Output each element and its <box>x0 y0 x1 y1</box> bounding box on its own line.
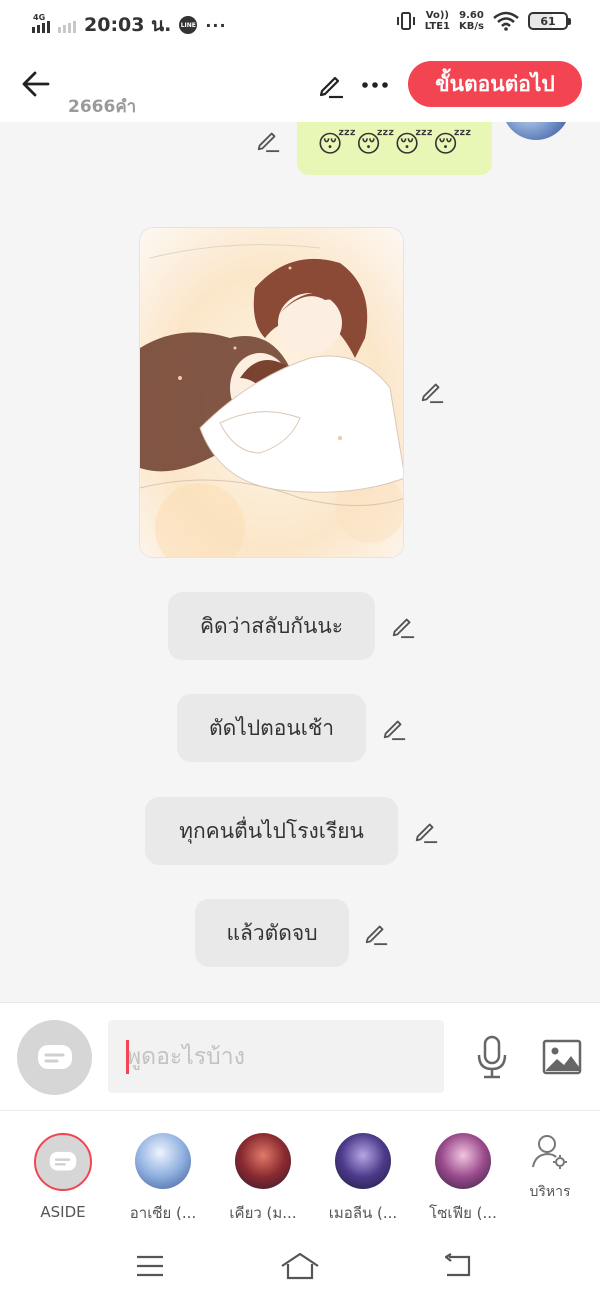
character-name: เมอลีน (... <box>328 1204 398 1222</box>
avatar <box>235 1133 291 1189</box>
character-aside[interactable]: ASIDE <box>18 1133 108 1221</box>
image-message[interactable] <box>139 227 404 558</box>
message-bubble[interactable]: คิดว่าสลับกันนะ <box>168 592 375 660</box>
pencil-icon <box>383 720 406 741</box>
signal-2-icon <box>58 17 76 33</box>
network-speed: 9.60 KB/s <box>459 10 484 32</box>
more-options-button[interactable] <box>358 68 392 102</box>
character-item[interactable]: เคียว (ม... <box>218 1133 308 1225</box>
system-nav-bar <box>0 1232 600 1300</box>
image-icon <box>542 1039 582 1075</box>
character-name: โซเฟีย (... <box>429 1204 497 1222</box>
editor-header: 2666คำ ขั้นตอนต่อไป <box>0 48 600 122</box>
avatar <box>135 1133 191 1189</box>
character-name: อาเซีย (... <box>129 1204 197 1222</box>
character-item[interactable]: เมอลีน (... <box>318 1133 408 1225</box>
next-step-button[interactable]: ขั้นตอนต่อไป <box>408 61 582 107</box>
pencil-icon <box>415 823 438 844</box>
chat-bubble-icon <box>49 1151 77 1171</box>
message-bubble[interactable]: ตัดไปตอนเช้า <box>177 694 366 762</box>
message-bubble[interactable]: แล้วตัดจบ <box>195 899 349 967</box>
back-nav-icon <box>444 1253 471 1277</box>
home-icon <box>281 1252 319 1280</box>
ellipsis-icon <box>362 82 388 88</box>
line-app-icon: LINE <box>179 16 198 34</box>
volte-indicator: Vo)) LTE1 <box>424 10 451 32</box>
more-notifications-icon: ··· <box>205 15 227 35</box>
clock: 20:03 น. <box>84 14 172 36</box>
edit-message-button[interactable] <box>389 612 417 640</box>
home-button[interactable] <box>280 1248 320 1284</box>
emoji-message-bubble[interactable]: 😴😴😴😴 <box>297 122 492 175</box>
character-item[interactable]: อาเซีย (... <box>118 1133 208 1225</box>
back-nav-button[interactable] <box>437 1248 477 1284</box>
chat-area[interactable]: 😴😴😴😴 คิดว่าสลับกันนะ ตัดไปตอนเช้า ทุกคนต… <box>0 122 600 1002</box>
menu-button[interactable] <box>130 1248 170 1284</box>
wifi-icon <box>493 11 519 31</box>
chat-bubble-icon <box>37 1044 72 1069</box>
message-text: ทุกคนตื่นไปโรงเรียน <box>179 818 364 843</box>
voice-input-button[interactable] <box>471 1033 513 1081</box>
user-settings-icon <box>532 1135 567 1169</box>
network-type: 4G <box>33 13 46 22</box>
edit-message-button[interactable] <box>362 919 390 947</box>
character-avatar[interactable] <box>502 122 570 140</box>
pencil-icon <box>365 925 388 946</box>
pencil-icon <box>319 76 343 99</box>
aside-toggle-button[interactable] <box>17 1020 92 1095</box>
arrow-left-icon <box>22 71 50 97</box>
avatar <box>335 1133 391 1189</box>
message-input[interactable] <box>108 1020 444 1093</box>
edit-message-button[interactable] <box>412 817 440 845</box>
character-selector: ASIDE อาเซีย (... เคียว (ม... เมอลีน (..… <box>0 1110 600 1232</box>
aside-avatar <box>34 1133 92 1191</box>
emoji-message-text: 😴😴😴😴 <box>317 129 472 158</box>
battery-level: 61 <box>540 14 556 28</box>
signal-icon: 4G <box>32 13 50 33</box>
edit-message-button[interactable] <box>418 377 446 405</box>
word-count: 2666คำ <box>68 97 137 117</box>
microphone-icon <box>477 1035 507 1079</box>
edit-story-button[interactable] <box>314 68 348 102</box>
edit-message-button[interactable] <box>380 714 408 742</box>
message-bubble[interactable]: ทุกคนตื่นไปโรงเรียน <box>145 797 398 865</box>
status-bar: 4G 20:03 น. LINE ··· Vo)) LTE1 9.60 KB/s <box>0 0 600 48</box>
edit-message-button[interactable] <box>254 126 282 154</box>
character-name: เคียว (ม... <box>229 1204 297 1222</box>
pencil-icon <box>421 383 444 404</box>
manage-label: บริหาร <box>529 1184 571 1200</box>
character-name: ASIDE <box>40 1203 86 1221</box>
back-button[interactable] <box>18 66 54 102</box>
avatar <box>435 1133 491 1189</box>
sleeping-couple-illustration <box>140 228 403 557</box>
menu-icon <box>137 1255 163 1277</box>
message-input-bar <box>0 1002 600 1110</box>
pencil-icon <box>392 618 415 639</box>
manage-characters-button[interactable]: บริหาร <box>520 1133 580 1203</box>
pencil-icon <box>257 132 280 153</box>
character-item[interactable]: โซเฟีย (... <box>418 1133 508 1225</box>
message-text: ตัดไปตอนเช้า <box>209 715 334 740</box>
insert-image-button[interactable] <box>540 1035 584 1079</box>
message-text: คิดว่าสลับกันนะ <box>200 613 343 638</box>
message-text: แล้วตัดจบ <box>226 920 318 945</box>
battery-icon: 61 <box>528 12 571 30</box>
text-cursor <box>126 1040 129 1074</box>
vibrate-icon <box>396 12 415 30</box>
